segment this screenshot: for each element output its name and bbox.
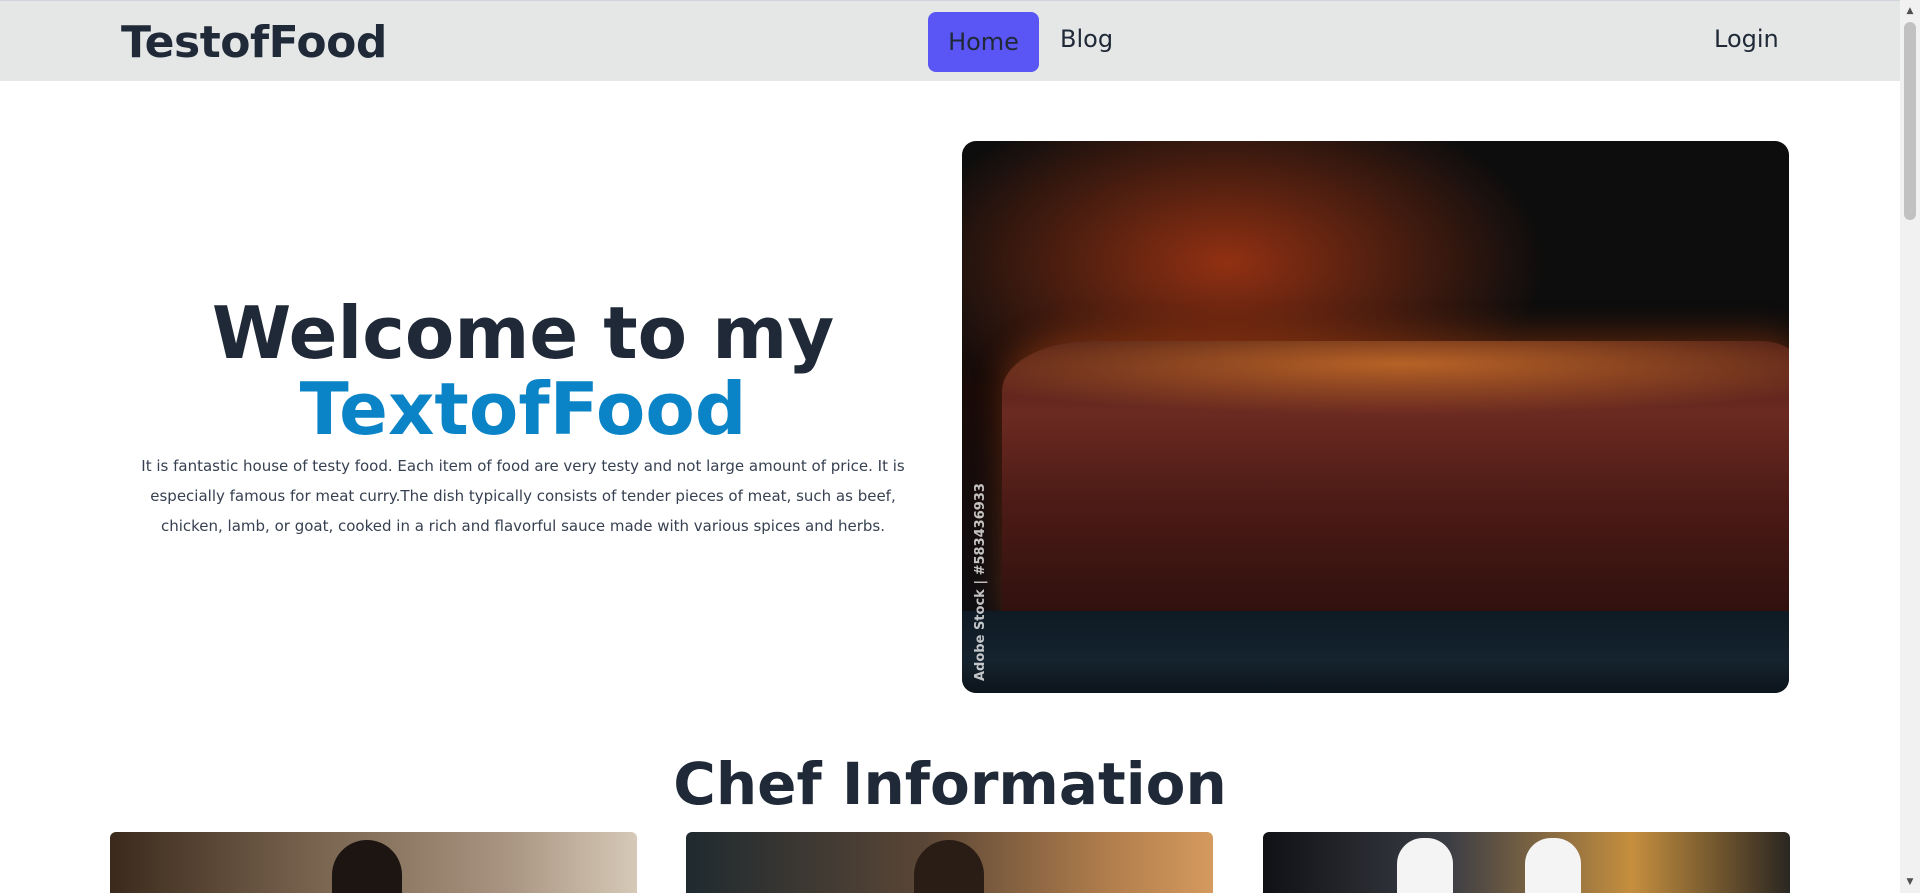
navbar: TestofFood Home Blog Login [0, 0, 1900, 81]
chef-card-1[interactable] [110, 832, 637, 893]
image-watermark: Adobe Stock | #583436933 [973, 483, 988, 681]
chef-hat-icon [1525, 838, 1581, 893]
scroll-up-icon[interactable]: ▲ [1900, 2, 1920, 20]
hero-text: Welcome to my TextofFood It is fantastic… [120, 295, 926, 541]
scroll-thumb[interactable] [1904, 22, 1916, 220]
hero-title: Welcome to my TextofFood [120, 295, 926, 447]
hero-description: It is fantastic house of testy food. Eac… [141, 457, 905, 535]
hero-steak-image: Adobe Stock | #583436933 [962, 141, 1789, 693]
plate-graphic [962, 611, 1789, 693]
hero-title-brand: TextofFood [299, 367, 747, 451]
chef-section-title: Chef Information [673, 750, 1227, 818]
login-link[interactable]: Login [1714, 25, 1779, 53]
chef-card-2[interactable] [686, 832, 1213, 893]
steak-graphic [1002, 341, 1789, 631]
chef-photo-icon [332, 840, 402, 893]
brand-logo[interactable]: TestofFood [121, 17, 387, 68]
page-scrollbar[interactable]: ▲ ▼ [1900, 0, 1920, 893]
nav-home-link[interactable]: Home [928, 12, 1039, 72]
chef-hat-icon [1397, 838, 1453, 893]
hero-title-line1: Welcome to my [211, 291, 835, 375]
scroll-down-icon[interactable]: ▼ [1900, 873, 1920, 891]
chef-card-3[interactable] [1263, 832, 1790, 893]
nav-blog-link[interactable]: Blog [1060, 25, 1113, 53]
chef-photo-icon [914, 840, 984, 893]
